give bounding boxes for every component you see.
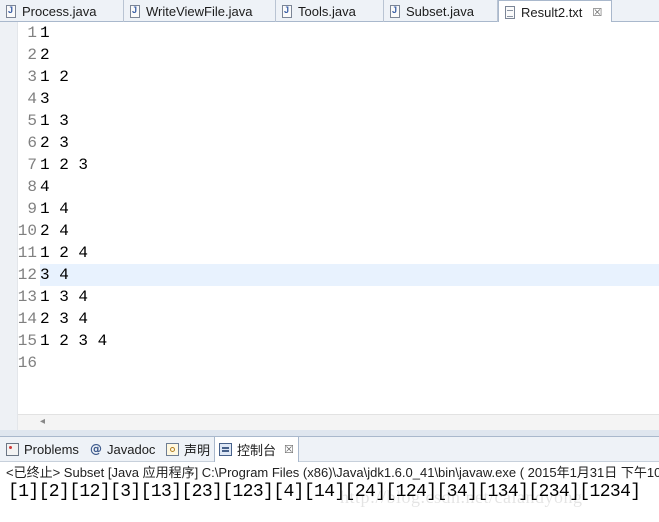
tab-console[interactable]: 控制台 ☒ — [214, 437, 299, 462]
declaration-icon — [166, 443, 179, 456]
tab-label: Problems — [24, 442, 79, 457]
console-status-line: <已终止> Subset [Java 应用程序] C:\Program File… — [0, 462, 659, 480]
editor-text-area[interactable]: 1 2 1 2 3 1 3 2 3 1 2 3 4 1 4 2 4 1 2 4 … — [40, 22, 659, 414]
line-number: 12 — [17, 266, 37, 284]
annotation-ruler — [0, 22, 18, 430]
line-number: 2 — [27, 46, 37, 64]
code-line: 1 3 — [40, 112, 69, 130]
code-line: 1 3 4 — [40, 288, 89, 306]
tab-label: Javadoc — [107, 442, 156, 457]
line-number: 8 — [27, 178, 37, 196]
tab-label: 声明 — [184, 443, 211, 458]
java-file-icon — [130, 4, 140, 18]
code-line: 2 — [40, 46, 50, 64]
console-icon — [219, 443, 232, 456]
tab-subset-java[interactable]: Subset.java — [384, 0, 498, 22]
code-line: 3 4 — [40, 266, 69, 284]
line-number: 13 — [17, 288, 37, 306]
tab-label: Result2.txt — [521, 4, 583, 20]
java-file-icon — [282, 4, 292, 18]
tab-declaration[interactable]: 声明 — [166, 437, 210, 462]
problems-icon — [6, 443, 19, 456]
code-line: 4 — [40, 178, 50, 196]
code-line: 1 2 4 — [40, 244, 89, 262]
tab-label: Subset.java — [406, 3, 474, 19]
editor-tab-bar: Process.java WriteViewFile.java Tools.ja… — [0, 0, 659, 23]
line-number: 1 — [27, 24, 37, 42]
line-number: 10 — [17, 222, 37, 240]
line-number: 4 — [27, 90, 37, 108]
code-line: 1 — [40, 24, 50, 42]
line-number: 16 — [17, 354, 37, 372]
code-line: 2 4 — [40, 222, 69, 240]
line-number: 9 — [27, 200, 37, 218]
tab-label: WriteViewFile.java — [146, 3, 253, 19]
javadoc-icon: @ — [90, 442, 102, 456]
code-line: 2 3 — [40, 134, 69, 152]
java-file-icon — [390, 4, 400, 18]
text-file-icon — [505, 5, 515, 19]
code-line: 1 2 3 — [40, 156, 89, 174]
code-line: 2 3 4 — [40, 310, 89, 328]
close-icon[interactable]: ☒ — [592, 6, 602, 19]
watermark: http://blog.csdn.net/caiandyong — [340, 487, 583, 507]
line-number: 3 — [27, 68, 37, 86]
java-file-icon — [6, 4, 16, 18]
tab-result2-txt[interactable]: Result2.txt ☒ — [498, 0, 612, 23]
code-line: 3 — [40, 90, 50, 108]
line-number: 5 — [27, 112, 37, 130]
tab-process-java[interactable]: Process.java — [0, 0, 124, 22]
line-number: 14 — [17, 310, 37, 328]
tab-javadoc[interactable]: @ Javadoc — [90, 437, 155, 462]
line-number: 6 — [27, 134, 37, 152]
code-line: 1 2 3 4 — [40, 332, 108, 350]
line-number-gutter: 1 2 3 4 5 6 7 8 9 10 11 12 13 14 15 16 — [18, 22, 39, 414]
panel-tab-bar: Problems @ Javadoc 声明 控制台 ☒ — [0, 436, 659, 462]
scroll-left-arrow-icon[interactable]: ◂ — [40, 416, 45, 427]
tab-tools-java[interactable]: Tools.java — [276, 0, 384, 22]
line-number: 7 — [27, 156, 37, 174]
tab-label: Tools.java — [298, 3, 356, 19]
tab-label: Process.java — [22, 3, 97, 19]
tab-problems[interactable]: Problems — [6, 437, 79, 462]
horizontal-scrollbar[interactable]: ◂ — [18, 414, 659, 430]
close-icon[interactable]: ☒ — [284, 443, 294, 456]
tab-writeviewfile-java[interactable]: WriteViewFile.java — [124, 0, 276, 22]
tab-label: 控制台 — [237, 443, 277, 458]
text-editor[interactable]: 1 2 3 4 5 6 7 8 9 10 11 12 13 14 15 16 1… — [0, 22, 659, 430]
line-number: 15 — [17, 332, 37, 350]
code-line: 1 2 — [40, 68, 69, 86]
code-line: 1 4 — [40, 200, 69, 218]
line-number: 11 — [17, 244, 37, 262]
